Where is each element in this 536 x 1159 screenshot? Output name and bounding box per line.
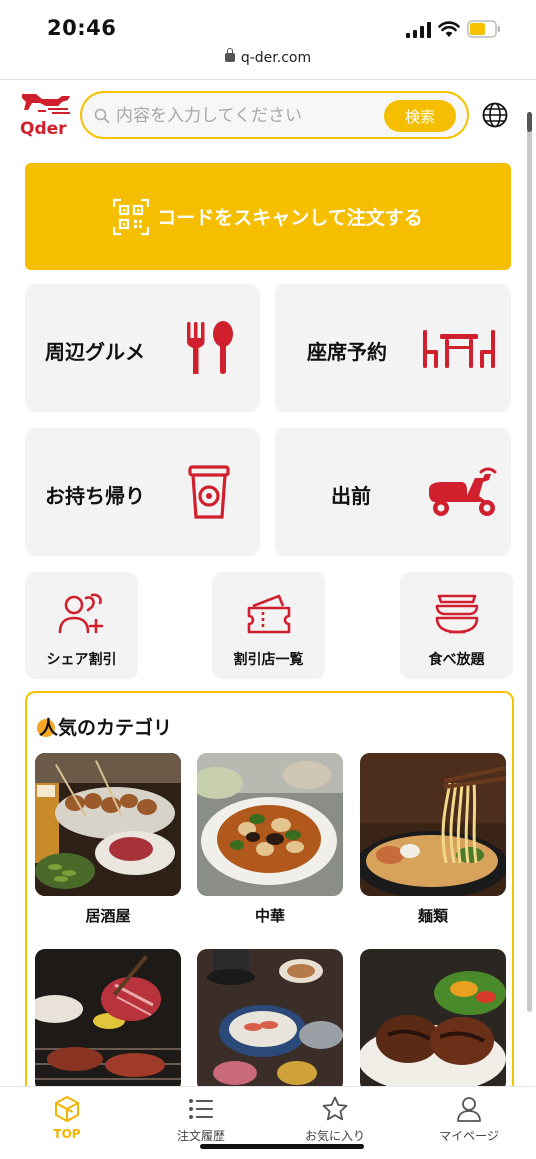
- search-button[interactable]: 検索: [384, 100, 456, 132]
- takeaway-cup-icon: [188, 465, 230, 519]
- search-box[interactable]: 検索: [80, 91, 469, 139]
- bowls-icon: [435, 594, 479, 634]
- scooter-icon: [429, 467, 497, 516]
- category-image-noodles[interactable]: [360, 753, 506, 896]
- scan-order-label: コードをスキャンして注文する: [157, 207, 423, 229]
- nav-label: TOP: [53, 1127, 81, 1141]
- popular-categories-section: 人気のカテゴリ 居酒屋 中華 麺類: [25, 691, 514, 1121]
- group-plus-icon: [58, 593, 104, 634]
- status-time: 20:46: [47, 16, 117, 40]
- category-image-izakaya[interactable]: [35, 753, 181, 896]
- category-image-yakiniku[interactable]: [35, 949, 181, 1092]
- person-icon: [457, 1097, 481, 1122]
- service-card-seat-reservation[interactable]: 座席予約: [275, 284, 511, 412]
- service-card-delivery[interactable]: 出前: [275, 428, 511, 556]
- globe-icon[interactable]: [482, 102, 508, 128]
- izakaya-photo: [35, 753, 181, 896]
- url-text: q-der.com: [240, 50, 312, 66]
- category-label[interactable]: 居酒屋: [35, 905, 181, 926]
- nav-label: マイページ: [439, 1129, 499, 1143]
- quick-link-label: 割引店一覧: [233, 652, 304, 668]
- scrollbar-thumb[interactable]: [527, 112, 532, 132]
- category-image-western[interactable]: [360, 949, 506, 1092]
- qr-code-icon: [113, 198, 150, 235]
- search-input[interactable]: [116, 103, 376, 129]
- popular-categories-title: 人気のカテゴリ: [39, 717, 173, 739]
- search-icon: [94, 108, 110, 124]
- service-label: 出前: [331, 484, 371, 508]
- chinese-photo: [197, 753, 343, 896]
- service-card-nearby-gourmet[interactable]: 周辺グルメ: [25, 284, 260, 412]
- service-card-takeout[interactable]: お持ち帰り: [25, 428, 260, 556]
- quick-link-all-you-can-eat[interactable]: 食べ放題: [400, 572, 513, 679]
- qder-logo[interactable]: Qder: [18, 90, 74, 140]
- category-image-japanese[interactable]: [197, 949, 343, 1092]
- home-indicator: [200, 1144, 364, 1149]
- nav-my-page[interactable]: マイページ: [402, 1087, 536, 1147]
- lock-icon: [224, 48, 235, 62]
- fork-spoon-icon: [187, 321, 233, 374]
- category-label[interactable]: 中華: [197, 905, 343, 926]
- table-chairs-icon: [423, 330, 495, 368]
- star-icon: [322, 1096, 348, 1121]
- category-image-chinese[interactable]: [197, 753, 343, 896]
- service-label: 座席予約: [307, 340, 387, 364]
- logo-text: Qder: [20, 119, 67, 139]
- quick-link-share-discount[interactable]: シェア割引: [25, 572, 138, 679]
- battery-icon: [467, 20, 500, 38]
- coupon-icon: [247, 594, 291, 634]
- service-label: お持ち帰り: [45, 484, 145, 508]
- wifi-icon: [438, 21, 460, 37]
- signal-icon: [406, 22, 431, 38]
- nav-label: 注文履歴: [176, 1129, 225, 1143]
- scrollbar[interactable]: [527, 112, 532, 1012]
- nav-label: お気に入り: [304, 1129, 365, 1143]
- quick-link-label: 食べ放題: [428, 652, 485, 668]
- quick-link-label: シェア割引: [46, 652, 117, 668]
- nav-top[interactable]: TOP: [0, 1087, 134, 1147]
- noodles-photo: [360, 753, 506, 896]
- divider: [0, 79, 536, 80]
- yakiniku-photo: [35, 949, 181, 1092]
- service-label: 周辺グルメ: [45, 340, 145, 364]
- japanese-photo: [197, 949, 343, 1092]
- scan-order-button[interactable]: コードをスキャンして注文する: [25, 163, 511, 270]
- nav-order-history[interactable]: 注文履歴: [134, 1087, 268, 1147]
- western-photo: [360, 949, 506, 1092]
- category-label[interactable]: 麺類: [360, 905, 506, 926]
- quick-link-discount-stores[interactable]: 割引店一覧: [212, 572, 325, 679]
- status-bar: 20:46: [0, 0, 536, 50]
- top-cube-icon: [55, 1096, 79, 1122]
- nav-favorites[interactable]: お気に入り: [268, 1087, 402, 1147]
- list-icon: [189, 1099, 213, 1119]
- url-bar[interactable]: q-der.com: [0, 48, 536, 78]
